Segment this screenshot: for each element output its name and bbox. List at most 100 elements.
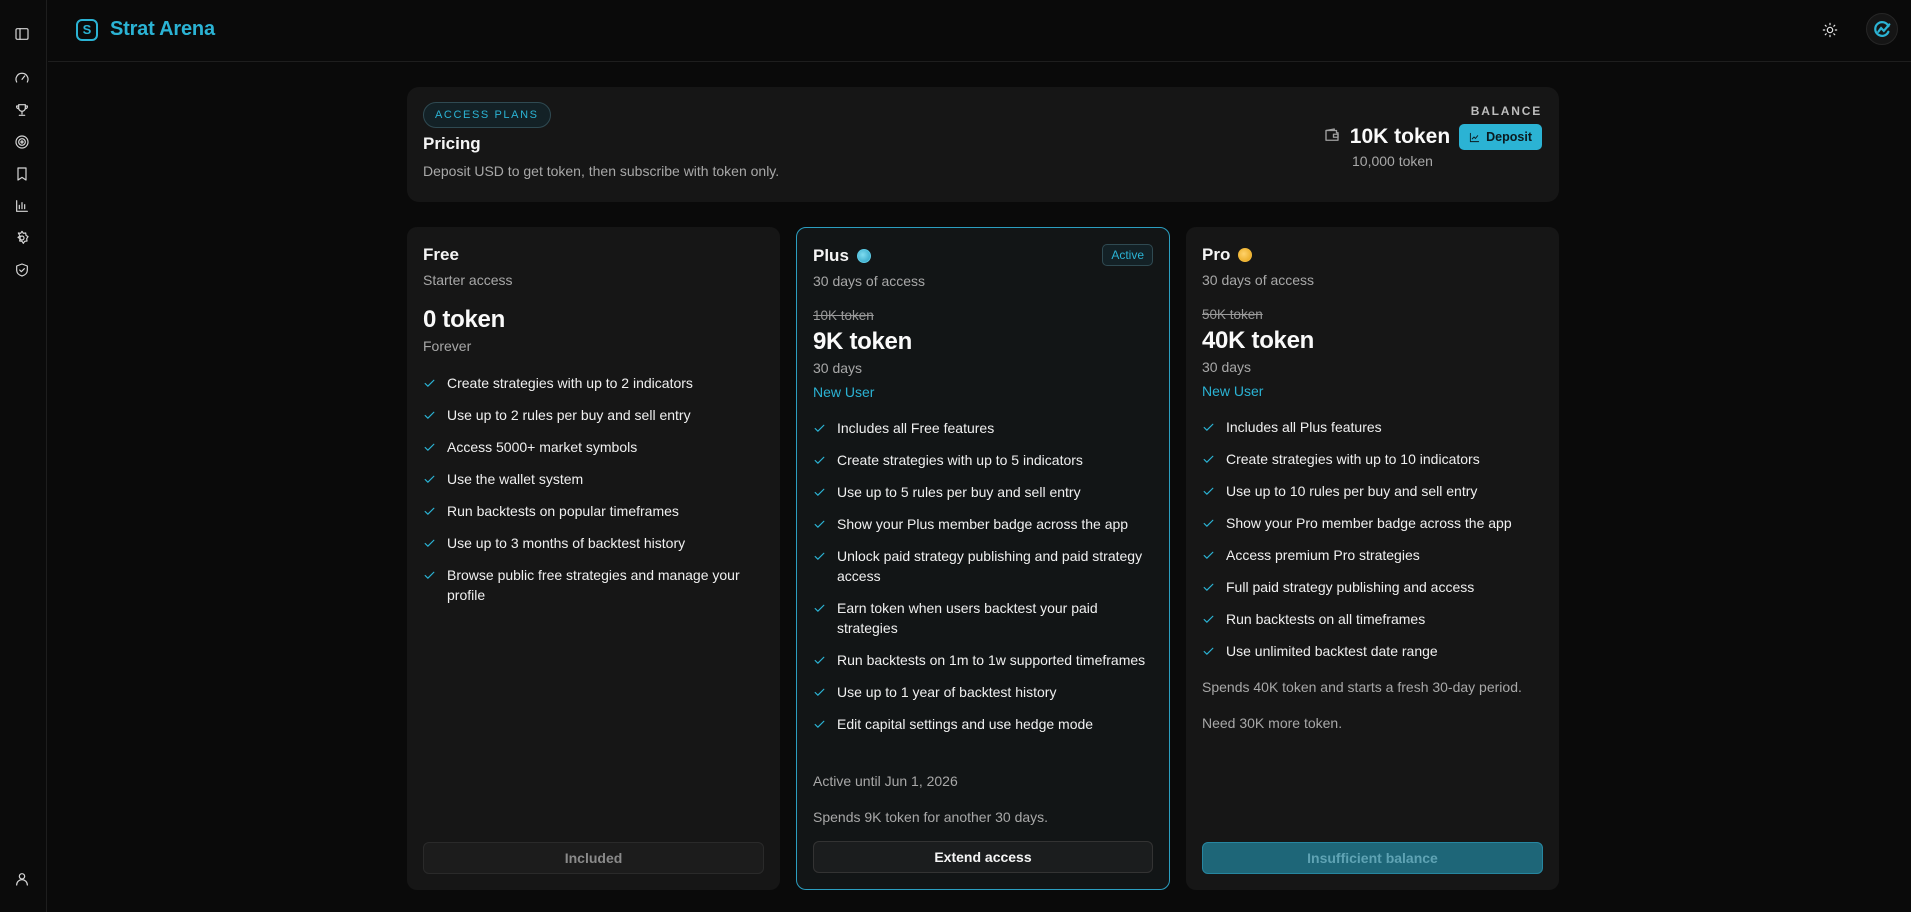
gauge-icon[interactable]	[13, 69, 31, 87]
check-icon	[1203, 423, 1214, 431]
user-icon[interactable]	[13, 870, 31, 888]
feature-text: Run backtests on popular timeframes	[447, 503, 679, 519]
plan-name: Pro	[1202, 245, 1253, 265]
sun-icon	[1822, 22, 1838, 38]
pricing-header-panel: ACCESS PLANS Pricing Deposit USD to get …	[407, 87, 1559, 202]
feature-text: Use up to 10 rules per buy and sell entr…	[1226, 483, 1478, 499]
plan-card-free: Free Starter access 0 token Forever Crea…	[407, 227, 780, 890]
top-header: S Strat Arena	[48, 0, 1911, 62]
feature-list: Create strategies with up to 2 indicator…	[423, 373, 764, 617]
included-button: Included	[423, 842, 764, 874]
plan-subtitle: 30 days of access	[1202, 272, 1315, 288]
feature-text: Includes all Plus features	[1226, 419, 1382, 435]
plan-subtitle: 30 days of access	[813, 273, 926, 289]
check-icon	[424, 571, 435, 579]
check-icon	[424, 507, 435, 515]
plan-card-pro: Pro 30 days of access 50K token 40K toke…	[1186, 227, 1559, 890]
feature-text: Use the wallet system	[447, 471, 584, 487]
check-icon	[814, 424, 825, 432]
chart-up-icon	[1470, 132, 1480, 142]
feature-text: Create strategies with up to 10 indicato…	[1226, 451, 1480, 467]
account-avatar[interactable]	[1866, 13, 1898, 45]
feature-item: Full paid strategy publishing and access	[1202, 577, 1543, 597]
trophy-icon[interactable]	[13, 101, 31, 119]
panel-toggle-icon[interactable]	[13, 25, 31, 43]
pricing-description: Deposit USD to get token, then subscribe…	[423, 163, 780, 179]
feature-text: Unlock paid strategy publishing and paid…	[837, 548, 1143, 584]
check-icon	[424, 443, 435, 451]
feature-item: Earn token when users backtest your paid…	[813, 598, 1153, 638]
check-icon	[1203, 615, 1214, 623]
feature-text: Create strategies with up to 2 indicator…	[447, 375, 693, 391]
plan-name-text: Plus	[813, 246, 849, 265]
feature-text: Access premium Pro strategies	[1226, 547, 1420, 563]
feature-item: Use up to 1 year of backtest history	[813, 682, 1153, 702]
feature-text: Access 5000+ market symbols	[447, 439, 638, 455]
feature-text: Show your Plus member badge across the a…	[837, 516, 1129, 532]
bookmark-icon[interactable]	[13, 165, 31, 183]
feature-text: Earn token when users backtest your paid…	[837, 600, 1098, 636]
brand-home-link[interactable]: S Strat Arena	[76, 18, 215, 41]
check-icon	[424, 411, 435, 419]
feature-text: Full paid strategy publishing and access	[1226, 579, 1475, 595]
check-icon	[1203, 551, 1214, 559]
check-icon	[1203, 519, 1214, 527]
check-icon	[814, 720, 825, 728]
check-icon	[424, 475, 435, 483]
feature-item: Edit capital settings and use hedge mode	[813, 714, 1153, 734]
balance-row: 10K token Deposit	[1323, 124, 1542, 150]
feature-item: Browse public free strategies and manage…	[423, 565, 764, 605]
deposit-button[interactable]: Deposit	[1459, 124, 1542, 150]
brand-logo-icon: S	[76, 18, 98, 41]
feature-item: Use up to 3 months of backtest history	[423, 533, 764, 553]
shield-check-icon[interactable]	[13, 261, 31, 279]
feature-text: Show your Pro member badge across the ap…	[1226, 515, 1512, 531]
check-icon	[814, 656, 825, 664]
gear-icon[interactable]	[13, 229, 31, 247]
check-icon	[814, 520, 825, 528]
pro-badge-icon	[1238, 248, 1253, 262]
feature-text: Run backtests on 1m to 1w supported time…	[837, 652, 1146, 668]
feature-text: Use up to 3 months of backtest history	[447, 535, 686, 551]
check-icon	[424, 379, 435, 387]
plan-price: 0 token	[423, 306, 505, 333]
feature-item: Unlock paid strategy publishing and paid…	[813, 546, 1153, 586]
check-icon	[1203, 583, 1214, 591]
new-user-tag: New User	[813, 384, 875, 400]
feature-text: Use up to 1 year of backtest history	[837, 684, 1057, 700]
access-plans-pill: ACCESS PLANS	[423, 102, 551, 128]
plan-name-text: Pro	[1202, 245, 1231, 264]
deposit-label: Deposit	[1486, 130, 1532, 144]
feature-item: Use up to 2 rules per buy and sell entry	[423, 405, 764, 425]
theme-toggle-button[interactable]	[1820, 20, 1840, 40]
feature-text: Use up to 5 rules per buy and sell entry	[837, 484, 1081, 500]
target-icon[interactable]	[13, 133, 31, 151]
feature-list: Includes all Free features Create strate…	[813, 418, 1153, 746]
feature-item: Run backtests on popular timeframes	[423, 501, 764, 521]
plan-period: 30 days	[1202, 359, 1252, 375]
plan-card-plus: Plus Active 30 days of access 10K token …	[796, 227, 1170, 890]
plan-price: 9K token	[813, 328, 912, 355]
feature-text: Browse public free strategies and manage…	[447, 567, 740, 603]
feature-item: Create strategies with up to 10 indicato…	[1202, 449, 1543, 469]
new-user-tag: New User	[1202, 383, 1264, 399]
feature-text: Use unlimited backtest date range	[1226, 643, 1438, 659]
page-title: Pricing	[423, 134, 481, 153]
feature-item: Includes all Plus features	[1202, 417, 1543, 437]
chart-icon[interactable]	[13, 197, 31, 215]
feature-text: Includes all Free features	[837, 420, 995, 436]
check-icon	[1203, 455, 1214, 463]
insufficient-balance-button: Insufficient balance	[1202, 842, 1543, 874]
feature-item: Create strategies with up to 2 indicator…	[423, 373, 764, 393]
check-icon	[1203, 647, 1214, 655]
check-icon	[814, 552, 825, 560]
active-until-note: Active until Jun 1, 2026	[813, 773, 958, 789]
feature-item: Run backtests on all timeframes	[1202, 609, 1543, 629]
extend-access-button[interactable]: Extend access	[813, 841, 1153, 873]
plan-period: 30 days	[813, 360, 863, 376]
check-icon	[814, 604, 825, 612]
plus-badge-icon	[856, 249, 871, 263]
plan-name-text: Free	[423, 245, 459, 264]
plan-period: Forever	[423, 338, 472, 354]
brand-name: Strat Arena	[110, 18, 215, 40]
